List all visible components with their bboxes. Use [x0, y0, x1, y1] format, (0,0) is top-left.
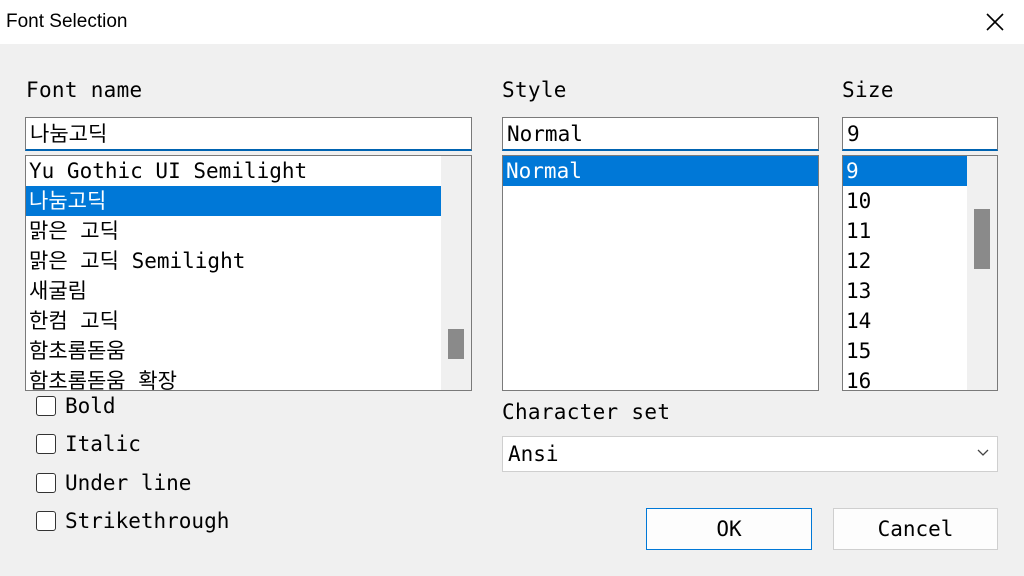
- charset-select[interactable]: Ansi: [502, 436, 998, 472]
- charset-value: Ansi: [508, 442, 559, 466]
- checkbox-box[interactable]: [36, 434, 56, 454]
- size-list-item[interactable]: 10: [843, 186, 967, 216]
- window-title: Font Selection: [6, 11, 128, 32]
- italic-label: Italic: [65, 432, 141, 456]
- font-name-input[interactable]: 나눔고딕: [25, 117, 472, 151]
- ok-button[interactable]: OK: [646, 508, 812, 550]
- font-name-listbox[interactable]: Yu Gothic UI Semilight 나눔고딕 맑은 고딕 맑은 고딕 Sem…: [25, 155, 472, 391]
- strikethrough-checkbox[interactable]: Strikethrough: [36, 508, 229, 534]
- style-label: Style: [502, 78, 567, 102]
- cancel-button[interactable]: Cancel: [833, 508, 998, 550]
- size-list-item[interactable]: 14: [843, 306, 967, 336]
- size-input[interactable]: 9: [842, 117, 998, 151]
- bold-checkbox[interactable]: Bold: [36, 393, 116, 419]
- checkbox-box[interactable]: [36, 396, 56, 416]
- size-list-item[interactable]: 11: [843, 216, 967, 246]
- size-list-item[interactable]: 16: [843, 366, 967, 390]
- title-bar: Font Selection: [0, 0, 1024, 44]
- strikethrough-label: Strikethrough: [65, 509, 230, 533]
- size-list-item[interactable]: 12: [843, 246, 967, 276]
- underline-checkbox[interactable]: Under line: [36, 470, 191, 496]
- font-list-item[interactable]: Yu Gothic UI Semilight: [26, 156, 441, 186]
- font-list-item[interactable]: 나눔고딕: [26, 186, 441, 216]
- font-list-item[interactable]: 맑은 고딕 Semilight: [26, 246, 441, 276]
- size-scroll-thumb[interactable]: [974, 209, 990, 269]
- size-list-item[interactable]: 9: [843, 156, 967, 186]
- close-icon: [986, 13, 1004, 31]
- font-name-label: Font name: [26, 78, 143, 102]
- close-button[interactable]: [966, 0, 1024, 44]
- chevron-down-icon: [977, 449, 989, 456]
- font-list-item[interactable]: 새굴림: [26, 276, 441, 306]
- charset-label: Character set: [502, 400, 671, 424]
- font-list-item[interactable]: 함초롬돋움 확장: [26, 366, 441, 390]
- font-name-scrollbar[interactable]: [441, 156, 471, 390]
- size-scrollbar[interactable]: [967, 156, 997, 390]
- font-name-scroll-thumb[interactable]: [448, 329, 464, 359]
- underline-label: Under line: [65, 471, 192, 495]
- bold-label: Bold: [65, 394, 116, 418]
- checkbox-box[interactable]: [36, 473, 56, 493]
- size-label: Size: [842, 78, 894, 102]
- style-list: Normal: [503, 156, 818, 186]
- italic-checkbox[interactable]: Italic: [36, 431, 141, 457]
- font-list-item[interactable]: 한컴 고딕: [26, 306, 441, 336]
- size-list-item[interactable]: 13: [843, 276, 967, 306]
- font-list-item[interactable]: 맑은 고딕: [26, 216, 441, 246]
- style-list-item[interactable]: Normal: [503, 156, 818, 186]
- size-list: 9 10 11 12 13 14 15 16: [843, 156, 967, 390]
- style-input[interactable]: Normal: [502, 117, 819, 151]
- size-list-item[interactable]: 15: [843, 336, 967, 366]
- font-list-item[interactable]: 함초롬돋움: [26, 336, 441, 366]
- size-listbox[interactable]: 9 10 11 12 13 14 15 16: [842, 155, 998, 391]
- style-listbox[interactable]: Normal: [502, 155, 819, 391]
- checkbox-box[interactable]: [36, 511, 56, 531]
- font-name-list: Yu Gothic UI Semilight 나눔고딕 맑은 고딕 맑은 고딕 Sem…: [26, 156, 441, 390]
